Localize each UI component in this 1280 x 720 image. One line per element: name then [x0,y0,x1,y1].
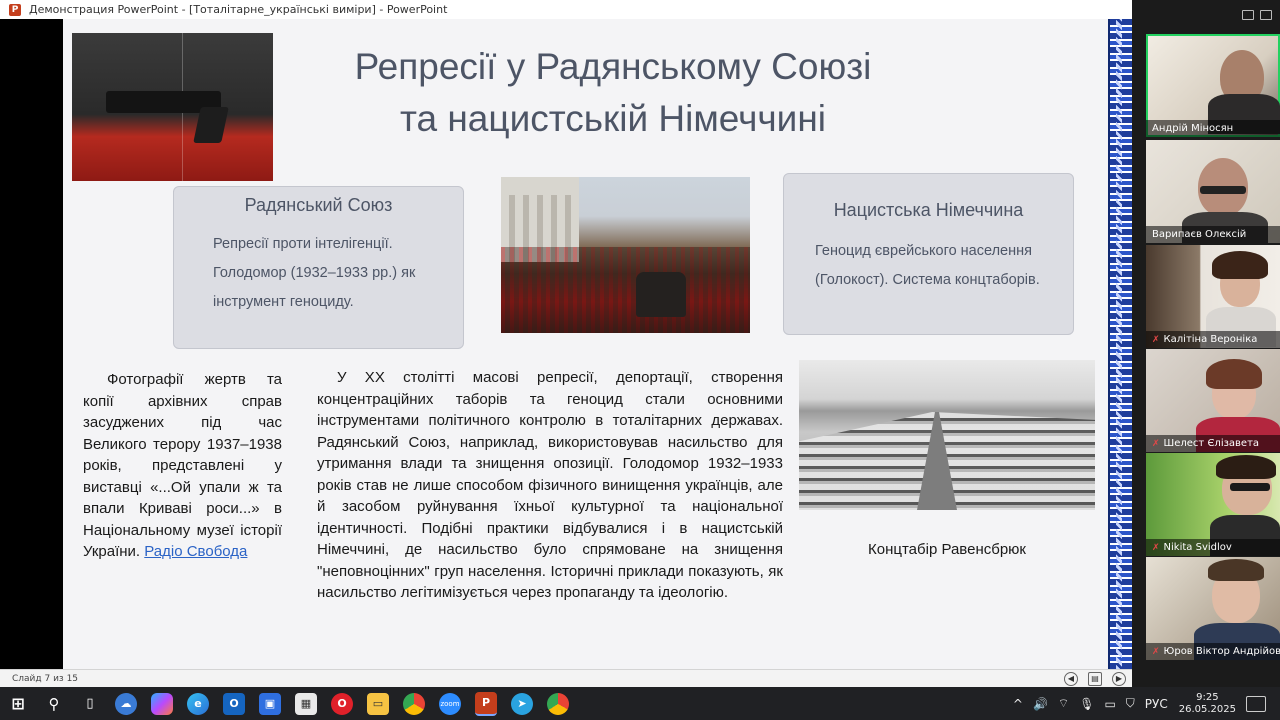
chevron-up-icon[interactable]: ^ [1013,697,1023,711]
grid-view-icon[interactable] [1260,10,1272,20]
microphone-icon[interactable]: 🎙 [1079,697,1094,711]
battery-icon[interactable]: ▭ [1104,697,1115,711]
participant-tile[interactable]: ✗ Калітіна Вероніка [1146,245,1280,348]
chrome-profile-icon[interactable] [547,692,569,715]
system-tray: ^ 🔊 ⌔ 🎙 ▭ ⛉ РУС 9:25 26.05.2025 [1008,687,1280,720]
slide-menu-button[interactable]: ▤ [1088,672,1102,686]
edge-icon[interactable]: e [187,692,209,715]
powerpoint-icon[interactable]: P [475,691,497,716]
zoom-panel-controls [1132,0,1280,30]
muted-mic-icon: ✗ [1152,543,1160,553]
network-icon[interactable]: ⌔ [1058,696,1069,711]
windows-start-icon[interactable]: ⊞ [7,693,29,715]
decorative-border [1108,19,1132,669]
clock-time: 9:25 [1196,691,1219,703]
task-view-icon[interactable]: ▯ [79,693,101,715]
photo-caption-left: Фотографії жертв та копії архівних справ… [83,369,282,563]
speaker-icon[interactable]: 🔊 [1033,697,1048,711]
search-icon[interactable]: ⚲ [43,693,65,715]
participant-tile[interactable]: ✗ Шелест Єлізавета [1146,349,1280,452]
notifications-icon[interactable] [1246,695,1266,712]
parade-photo [501,177,750,333]
chrome-icon[interactable] [403,692,425,715]
slide-title: Репресії у Радянському Союзі та нацистсь… [273,41,953,145]
participant-name: Варипаєв Олексій [1146,226,1280,243]
powerpoint-app-icon: P [9,3,21,16]
radio-svoboda-link[interactable]: Радіо Свобода [144,543,247,560]
ravensbruck-camp-photo [799,360,1095,510]
participant-name: Андрій Міносян [1146,120,1280,137]
window-title: Демонстрация PowerPoint - [Тоталітарне_у… [29,3,448,16]
zoom-participant-panel: Андрій Міносян Варипаєв Олексій ✗ Калітін… [1132,0,1280,687]
main-paragraph: У XX столітті масові репресії, депортаці… [317,369,783,601]
outlook-icon[interactable]: O [223,692,245,715]
participant-name: ✗Юров Віктор Андрійович [1146,643,1280,660]
participant-tile[interactable]: ✗ Nikita Svidlov [1146,453,1280,556]
participant-tile[interactable]: Андрій Міносян [1146,34,1280,137]
presentation-statusbar: Слайд 7 из 15 ◀ ▤ ▶ [0,669,1132,688]
card-soviet-union-text: Репресії проти інтелігенції. Голодомор (… [213,236,416,310]
participant-tile[interactable]: ✗Юров Віктор Андрійович [1146,557,1280,660]
file-explorer-icon[interactable]: ▭ [367,692,389,715]
keyboard-language[interactable]: РУС [1145,697,1168,711]
card-soviet-union-title: Радянський Союз [244,195,393,215]
telegram-icon[interactable]: ➤ [511,692,533,715]
card-nazi-germany-text: Геноцид єврейського населення (Голокост)… [815,243,1040,288]
participant-name: ✗ Nikita Svidlov [1146,539,1280,556]
next-slide-button[interactable]: ▶ [1112,672,1126,686]
window-titlebar: P Демонстрация PowerPoint - [Тоталітарне… [0,0,1132,20]
copilot-icon[interactable] [151,692,173,715]
store-icon[interactable]: ▦ [295,692,317,715]
slide[interactable]: Репресії у Радянському Союзі та нацистсь… [63,19,1132,669]
muted-mic-icon: ✗ [1152,439,1160,449]
muted-mic-icon: ✗ [1152,335,1160,345]
photos-icon[interactable]: ▣ [259,692,281,715]
pistol-exhibit-photo [72,33,273,181]
participant-tile[interactable]: Варипаєв Олексій [1146,140,1280,243]
slide-stage: Репресії у Радянському Союзі та нацистсь… [0,19,1132,669]
card-nazi-germany: Нацистська Німеччина Геноцид єврейського… [783,173,1074,335]
widgets-icon[interactable]: ☁ [115,692,137,715]
muted-mic-icon: ✗ [1152,647,1160,657]
camp-caption: Концтабір Равенсбрюк [868,541,1026,558]
clock[interactable]: 9:25 26.05.2025 [1179,692,1236,716]
slide-title-line2: та нацистській Німеччині [399,98,827,139]
security-icon[interactable]: ⛉ [1126,696,1135,711]
slide-title-line1: Репресії у Радянському Союзі [354,46,872,87]
windows-taskbar: ⊞ ⚲ ▯ ☁ e O ▣ ▦ O ▭ zoom P ➤ ^ 🔊 ⌔ 🎙 ▭ ⛉… [0,687,1280,720]
zoom-icon[interactable]: zoom [439,692,461,715]
participant-name: ✗ Калітіна Вероніка [1146,331,1280,348]
card-nazi-germany-title: Нацистська Німеччина [833,200,1024,220]
slide-counter: Слайд 7 из 15 [12,674,79,684]
participant-name: ✗ Шелест Єлізавета [1146,435,1280,452]
previous-slide-button[interactable]: ◀ [1064,672,1078,686]
card-soviet-union: Радянський Союз Репресії проти інтеліген… [173,186,464,349]
photo-caption-text: Фотографії жертв та копії архівних справ… [83,371,282,560]
view-toggle-icon[interactable] [1242,10,1254,20]
clock-date: 26.05.2025 [1178,703,1236,715]
opera-icon[interactable]: O [331,692,353,715]
